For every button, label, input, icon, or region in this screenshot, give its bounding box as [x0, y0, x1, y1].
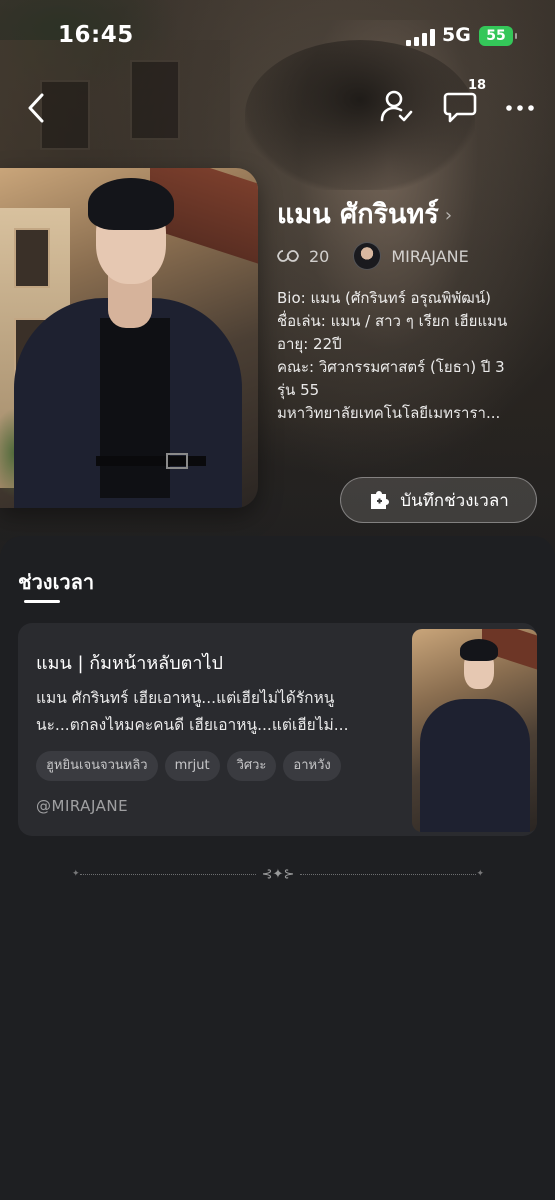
moment-thumbnail: [412, 629, 537, 832]
character-portrait[interactable]: [0, 168, 258, 508]
battery-icon: 55: [479, 26, 517, 46]
tag-chip[interactable]: mrjut: [164, 751, 220, 781]
tab-active-indicator: [24, 600, 60, 603]
bio-line: อายุ: 22ปี: [277, 335, 342, 353]
stat-count: 20: [309, 246, 330, 266]
follow-button[interactable]: [374, 84, 418, 128]
chat-bubble-icon: [443, 92, 477, 123]
divider-dot: ✦: [476, 869, 484, 879]
portrait-belt: [96, 456, 206, 466]
more-button[interactable]: [500, 90, 540, 126]
divider-line: [79, 873, 256, 875]
chevron-right-icon: ›: [444, 205, 453, 226]
save-moment-button[interactable]: บันทึกช่วงเวลา: [340, 477, 537, 523]
comment-count-badge: 18: [468, 78, 487, 93]
tag-chip[interactable]: วิศวะ: [226, 751, 277, 781]
tab-moments[interactable]: ช่วงเวลา: [18, 566, 94, 598]
moment-title: แมน | ก้มหน้าหลับตาไป: [36, 653, 223, 674]
background-window: [130, 60, 180, 140]
bio-line: รุ่น 55: [277, 381, 320, 399]
back-button[interactable]: [18, 86, 54, 130]
divider-ornament-icon: ⊰✦⊱: [261, 866, 295, 882]
more-horizontal-icon: [506, 105, 534, 111]
portrait-window: [14, 228, 50, 288]
bio-line: ชื่อเล่น: แมน / สาว ๆ เรียก เฮียแมน: [277, 312, 508, 330]
network-type: 5G: [442, 24, 471, 46]
comments-button[interactable]: 18: [438, 78, 486, 128]
end-divider: ✦ ⊰✦⊱ ✦: [72, 866, 484, 882]
character-meta: 20 MIRAJANE: [277, 242, 469, 270]
character-name: แมน ศักรินทร์: [277, 199, 439, 230]
bio-line: คณะ: วิศวกรรมศาสตร์ (โยธา) ปี 3: [277, 358, 505, 376]
portrait-buckle: [166, 453, 188, 469]
tag-chip[interactable]: อาหวัง: [283, 751, 341, 781]
character-bio: Bio: แมน (ศักรินทร์ อรุณพิพัฒน์) ชื่อเล่…: [277, 287, 543, 425]
bio-line: Bio: แมน (ศักรินทร์ อรุณพิพัฒน์): [277, 289, 491, 307]
bio-line: มหาวิทยาลัยเทคโนโลยีเมทรารา...: [277, 404, 501, 422]
portrait-hair: [88, 178, 174, 230]
moment-card[interactable]: แมน | ก้มหน้าหลับตาไป แมน ศักรินทร์ เฮีย…: [18, 623, 537, 836]
author-avatar[interactable]: [353, 242, 382, 270]
portrait-tee: [100, 318, 170, 498]
author-name[interactable]: MIRAJANE: [391, 247, 468, 266]
save-moment-label: บันทึกช่วงเวลา: [400, 490, 509, 511]
battery-level: 55: [486, 28, 506, 44]
moment-tags: ฮูหยินเจนจวนหลิว mrjut วิศวะ อาหวัง: [36, 751, 341, 781]
thumbnail-hair: [460, 639, 498, 661]
divider-line: [300, 873, 477, 875]
thumbnail-shirt: [420, 699, 530, 832]
chevron-left-icon: [28, 93, 44, 123]
user-check-icon: [380, 90, 413, 122]
puzzle-icon: [371, 491, 390, 509]
moment-description-line: นะ...ตกลงไหมคะคนดี เฮียเอาหนู...แต่เฮียไ…: [36, 716, 349, 734]
divider-dot: ✦: [72, 869, 80, 879]
status-time: 16:45: [58, 22, 134, 48]
signal-strength-icon: [406, 28, 435, 46]
status-bar: 16:45 5G 55: [0, 0, 555, 70]
moment-author[interactable]: @MIRAJANE: [36, 797, 128, 815]
infinity-icon: [277, 250, 299, 262]
moment-description-line: แมน ศักรินทร์ เฮียเอาหนู...แต่เฮียไม่ได้…: [36, 689, 335, 707]
tag-chip[interactable]: ฮูหยินเจนจวนหลิว: [36, 751, 158, 781]
character-name-row[interactable]: แมน ศักรินทร์ ›: [277, 192, 452, 235]
moment-description: แมน ศักรินทร์ เฮียเอาหนู...แต่เฮียไม่ได้…: [36, 685, 396, 739]
